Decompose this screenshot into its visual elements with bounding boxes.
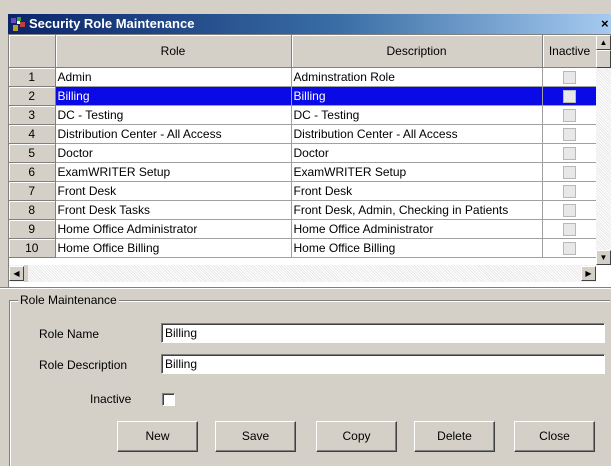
table-row[interactable]: 9 Home Office Administrator Home Office Ad…	[9, 219, 598, 239]
inactive-cell-checkbox[interactable]	[563, 241, 576, 255]
inactive-cell	[542, 143, 598, 163]
table-row[interactable]: 2 Billing Billing	[9, 86, 598, 106]
row-number-cell[interactable]: 6	[9, 162, 56, 182]
role-cell[interactable]: Home Office Administrator	[55, 219, 292, 239]
description-cell[interactable]: Home Office Administrator	[291, 219, 543, 239]
inactive-cell	[542, 162, 598, 182]
role-cell[interactable]: Billing	[55, 86, 292, 106]
row-number-cell[interactable]: 1	[9, 67, 56, 87]
grid-body: 1 Admin Adminstration Role 2 Billing Billing 3…	[9, 67, 598, 258]
close-icon[interactable]: ×	[601, 15, 611, 32]
row-number-cell[interactable]: 10	[9, 238, 56, 258]
inactive-cell	[542, 219, 598, 239]
description-cell[interactable]: Doctor	[291, 143, 543, 163]
window-title: Security Role Maintenance	[29, 16, 195, 31]
scroll-up-arrow-icon[interactable]: ▲	[596, 35, 611, 50]
description-cell[interactable]: Adminstration Role	[291, 67, 543, 87]
row-number-cell[interactable]: 5	[9, 143, 56, 163]
description-cell[interactable]: Front Desk, Admin, Checking in Patients	[291, 200, 543, 220]
inactive-cell-checkbox[interactable]	[563, 203, 576, 217]
role-name-input[interactable]	[161, 323, 605, 343]
vertical-scroll-thumb[interactable]	[596, 50, 611, 68]
new-button[interactable]: New	[117, 421, 198, 452]
table-row[interactable]: 4 Distribution Center - All Access Distrib…	[9, 124, 598, 144]
inactive-column-header[interactable]: Inactive	[542, 35, 598, 68]
inactive-cell	[542, 238, 598, 258]
description-cell[interactable]: Front Desk	[291, 181, 543, 201]
table-row[interactable]: 8 Front Desk Tasks Front Desk, Admin, Chec…	[9, 200, 598, 220]
role-cell[interactable]: ExamWRITER Setup	[55, 162, 292, 182]
role-cell[interactable]: Front Desk	[55, 181, 292, 201]
horizontal-scroll-thumb[interactable]	[24, 265, 28, 282]
inactive-cell-checkbox[interactable]	[563, 89, 576, 103]
table-row[interactable]: 5 Doctor Doctor	[9, 143, 598, 163]
inactive-cell-checkbox[interactable]	[563, 146, 576, 160]
roles-grid[interactable]: Role Description Inactive 1 Admin Adminstr…	[8, 34, 611, 287]
role-name-label: Role Name	[39, 327, 100, 341]
inactive-cell-checkbox[interactable]	[563, 222, 576, 236]
title-bar[interactable]: Security Role Maintenance ×	[8, 14, 611, 34]
roles-table: Role Description Inactive 1 Admin Adminstr…	[9, 35, 598, 258]
description-column-header[interactable]: Description	[291, 35, 543, 68]
role-cell[interactable]: Doctor	[55, 143, 292, 163]
inactive-cell	[542, 124, 598, 144]
inactive-cell-checkbox[interactable]	[563, 108, 576, 122]
inactive-cell-checkbox[interactable]	[563, 165, 576, 179]
grid-header-row: Role Description Inactive	[9, 35, 598, 68]
role-cell[interactable]: Distribution Center - All Access	[55, 124, 292, 144]
role-cell[interactable]: DC - Testing	[55, 105, 292, 125]
scroll-right-arrow-icon[interactable]: ▶	[581, 266, 596, 281]
table-row[interactable]: 3 DC - Testing DC - Testing	[9, 105, 598, 125]
pane-divider	[0, 287, 611, 289]
row-number-cell[interactable]: 9	[9, 219, 56, 239]
role-cell[interactable]: Front Desk Tasks	[55, 200, 292, 220]
row-number-cell[interactable]: 7	[9, 181, 56, 201]
role-description-input[interactable]	[161, 354, 605, 374]
inactive-cell-checkbox[interactable]	[563, 70, 576, 84]
description-cell[interactable]: Distribution Center - All Access	[291, 124, 543, 144]
row-number-cell[interactable]: 2	[9, 86, 56, 106]
close-button[interactable]: Close	[514, 421, 595, 452]
app-icon	[10, 16, 26, 32]
table-row[interactable]: 7 Front Desk Front Desk	[9, 181, 598, 201]
description-cell[interactable]: DC - Testing	[291, 105, 543, 125]
save-button[interactable]: Save	[215, 421, 296, 452]
inactive-checkbox[interactable]	[162, 393, 175, 406]
role-column-header[interactable]: Role	[55, 35, 292, 68]
vertical-scrollbar[interactable]: ▲ ▼	[596, 35, 611, 265]
role-description-label: Role Description	[39, 358, 128, 372]
inactive-cell	[542, 86, 598, 106]
scroll-down-arrow-icon[interactable]: ▼	[596, 250, 611, 265]
role-cell[interactable]: Admin	[55, 67, 292, 87]
inactive-cell	[542, 200, 598, 220]
description-cell[interactable]: Home Office Billing	[291, 238, 543, 258]
role-cell[interactable]: Home Office Billing	[55, 238, 292, 258]
inactive-cell	[542, 67, 598, 87]
row-number-header[interactable]	[9, 35, 56, 68]
scroll-left-arrow-icon[interactable]: ◀	[9, 266, 24, 281]
inactive-label: Inactive	[90, 392, 132, 406]
copy-button[interactable]: Copy	[316, 421, 397, 452]
description-cell[interactable]: Billing	[291, 86, 543, 106]
inactive-cell-checkbox[interactable]	[563, 127, 576, 141]
row-number-cell[interactable]: 8	[9, 200, 56, 220]
table-row[interactable]: 6 ExamWRITER Setup ExamWRITER Setup	[9, 162, 598, 182]
table-row[interactable]: 10 Home Office Billing Home Office Billing	[9, 238, 598, 258]
description-cell[interactable]: ExamWRITER Setup	[291, 162, 543, 182]
row-number-cell[interactable]: 4	[9, 124, 56, 144]
delete-button[interactable]: Delete	[414, 421, 495, 452]
security-role-window: Security Role Maintenance × Role Descrip…	[0, 0, 611, 466]
inactive-cell	[542, 105, 598, 125]
table-row[interactable]: 1 Admin Adminstration Role	[9, 67, 598, 87]
horizontal-scrollbar[interactable]: ◀ ▶	[9, 265, 596, 282]
group-title: Role Maintenance	[18, 292, 119, 308]
row-number-cell[interactable]: 3	[9, 105, 56, 125]
inactive-cell	[542, 181, 598, 201]
inactive-cell-checkbox[interactable]	[563, 184, 576, 198]
